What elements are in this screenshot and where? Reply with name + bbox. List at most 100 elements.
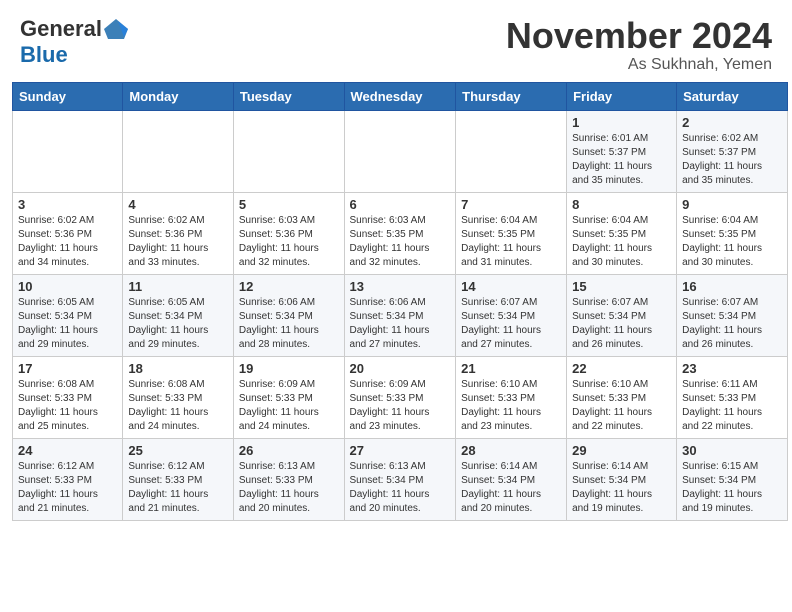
- calendar-cell: 24 Sunrise: 6:12 AMSunset: 5:33 PMDayligh…: [13, 438, 123, 520]
- day-info: Sunrise: 6:03 AMSunset: 5:35 PMDaylight:…: [350, 214, 451, 270]
- calendar-cell: 18 Sunrise: 6:08 AMSunset: 5:33 PMDayligh…: [123, 356, 234, 438]
- day-info: Sunrise: 6:11 AMSunset: 5:33 PMDaylight:…: [682, 378, 782, 434]
- calendar-cell: 13 Sunrise: 6:06 AMSunset: 5:34 PMDayligh…: [344, 274, 456, 356]
- day-info: Sunrise: 6:01 AMSunset: 5:37 PMDaylight:…: [572, 132, 671, 188]
- day-number: 3: [18, 197, 117, 212]
- day-info: Sunrise: 6:15 AMSunset: 5:34 PMDaylight:…: [682, 460, 782, 516]
- calendar-body: 1 Sunrise: 6:01 AMSunset: 5:37 PMDaylight…: [13, 110, 788, 520]
- day-number: 11: [128, 279, 228, 294]
- calendar-table: SundayMondayTuesdayWednesdayThursdayFrid…: [12, 82, 788, 521]
- day-number: 2: [682, 115, 782, 130]
- day-number: 18: [128, 361, 228, 376]
- calendar-week-0: 1 Sunrise: 6:01 AMSunset: 5:37 PMDaylight…: [13, 110, 788, 192]
- calendar-cell: 25 Sunrise: 6:12 AMSunset: 5:33 PMDayligh…: [123, 438, 234, 520]
- page-header: General Blue November 2024 As Sukhnah, Y…: [0, 0, 792, 82]
- day-number: 19: [239, 361, 339, 376]
- calendar-cell: 3Sunrise: 6:02 AMSunset: 5:36 PMDaylight…: [13, 192, 123, 274]
- day-info: Sunrise: 6:04 AMSunset: 5:35 PMDaylight:…: [461, 214, 561, 270]
- day-info: Sunrise: 6:12 AMSunset: 5:33 PMDaylight:…: [128, 460, 228, 516]
- day-info: Sunrise: 6:09 AMSunset: 5:33 PMDaylight:…: [239, 378, 339, 434]
- day-number: 12: [239, 279, 339, 294]
- day-info: Sunrise: 6:07 AMSunset: 5:34 PMDaylight:…: [461, 296, 561, 352]
- calendar-cell: [344, 110, 456, 192]
- calendar-cell: [233, 110, 344, 192]
- day-number: 4: [128, 197, 228, 212]
- calendar-cell: 28 Sunrise: 6:14 AMSunset: 5:34 PMDayligh…: [456, 438, 567, 520]
- calendar-cell: 5Sunrise: 6:03 AMSunset: 5:36 PMDaylight…: [233, 192, 344, 274]
- calendar-cell: 2 Sunrise: 6:02 AMSunset: 5:37 PMDaylight…: [677, 110, 788, 192]
- day-number: 26: [239, 443, 339, 458]
- day-info: Sunrise: 6:08 AMSunset: 5:33 PMDaylight:…: [128, 378, 228, 434]
- day-number: 1: [572, 115, 671, 130]
- day-info: Sunrise: 6:12 AMSunset: 5:33 PMDaylight:…: [18, 460, 117, 516]
- day-info: Sunrise: 6:06 AMSunset: 5:34 PMDaylight:…: [239, 296, 339, 352]
- day-number: 21: [461, 361, 561, 376]
- calendar-cell: 1 Sunrise: 6:01 AMSunset: 5:37 PMDaylight…: [567, 110, 677, 192]
- header-tuesday: Tuesday: [233, 82, 344, 110]
- location: As Sukhnah, Yemen: [506, 56, 772, 74]
- calendar-cell: 15 Sunrise: 6:07 AMSunset: 5:34 PMDayligh…: [567, 274, 677, 356]
- logo-icon: [104, 19, 128, 39]
- day-info: Sunrise: 6:02 AMSunset: 5:36 PMDaylight:…: [128, 214, 228, 270]
- day-info: Sunrise: 6:13 AMSunset: 5:34 PMDaylight:…: [350, 460, 451, 516]
- header-sunday: Sunday: [13, 82, 123, 110]
- day-info: Sunrise: 6:14 AMSunset: 5:34 PMDaylight:…: [461, 460, 561, 516]
- header-saturday: Saturday: [677, 82, 788, 110]
- calendar-cell: 16Sunrise: 6:07 AMSunset: 5:34 PMDayligh…: [677, 274, 788, 356]
- day-info: Sunrise: 6:05 AMSunset: 5:34 PMDaylight:…: [18, 296, 117, 352]
- day-number: 7: [461, 197, 561, 212]
- calendar-cell: 14Sunrise: 6:07 AMSunset: 5:34 PMDayligh…: [456, 274, 567, 356]
- header-row: SundayMondayTuesdayWednesdayThursdayFrid…: [13, 82, 788, 110]
- calendar-cell: 11 Sunrise: 6:05 AMSunset: 5:34 PMDayligh…: [123, 274, 234, 356]
- calendar-header: SundayMondayTuesdayWednesdayThursdayFrid…: [13, 82, 788, 110]
- calendar-wrapper: SundayMondayTuesdayWednesdayThursdayFrid…: [0, 82, 792, 529]
- logo: General Blue: [20, 16, 128, 68]
- logo-blue-text: Blue: [20, 42, 68, 68]
- calendar-cell: [123, 110, 234, 192]
- day-info: Sunrise: 6:07 AMSunset: 5:34 PMDaylight:…: [572, 296, 671, 352]
- day-number: 25: [128, 443, 228, 458]
- calendar-week-1: 3 Sunrise: 6:02 AMSunset: 5:36 PMDaylight…: [13, 192, 788, 274]
- day-info: Sunrise: 6:04 AMSunset: 5:35 PMDaylight:…: [682, 214, 782, 270]
- header-wednesday: Wednesday: [344, 82, 456, 110]
- day-info: Sunrise: 6:09 AMSunset: 5:33 PMDaylight:…: [350, 378, 451, 434]
- calendar-cell: 23 Sunrise: 6:11 AMSunset: 5:33 PMDayligh…: [677, 356, 788, 438]
- day-info: Sunrise: 6:06 AMSunset: 5:34 PMDaylight:…: [350, 296, 451, 352]
- calendar-cell: [456, 110, 567, 192]
- calendar-cell: 9 Sunrise: 6:04 AMSunset: 5:35 PMDaylight…: [677, 192, 788, 274]
- header-monday: Monday: [123, 82, 234, 110]
- day-info: Sunrise: 6:02 AMSunset: 5:37 PMDaylight:…: [682, 132, 782, 188]
- calendar-cell: 10Sunrise: 6:05 AMSunset: 5:34 PMDayligh…: [13, 274, 123, 356]
- day-info: Sunrise: 6:14 AMSunset: 5:34 PMDaylight:…: [572, 460, 671, 516]
- day-number: 13: [350, 279, 451, 294]
- day-number: 30: [682, 443, 782, 458]
- day-number: 17: [18, 361, 117, 376]
- day-info: Sunrise: 6:05 AMSunset: 5:34 PMDaylight:…: [128, 296, 228, 352]
- day-info: Sunrise: 6:04 AMSunset: 5:35 PMDaylight:…: [572, 214, 671, 270]
- title-block: November 2024 As Sukhnah, Yemen: [506, 16, 772, 74]
- day-number: 16: [682, 279, 782, 294]
- day-number: 6: [350, 197, 451, 212]
- calendar-cell: 29Sunrise: 6:14 AMSunset: 5:34 PMDayligh…: [567, 438, 677, 520]
- calendar-cell: 8Sunrise: 6:04 AMSunset: 5:35 PMDaylight…: [567, 192, 677, 274]
- day-number: 28: [461, 443, 561, 458]
- calendar-cell: 30 Sunrise: 6:15 AMSunset: 5:34 PMDayligh…: [677, 438, 788, 520]
- calendar-cell: 6 Sunrise: 6:03 AMSunset: 5:35 PMDaylight…: [344, 192, 456, 274]
- calendar-cell: 19 Sunrise: 6:09 AMSunset: 5:33 PMDayligh…: [233, 356, 344, 438]
- calendar-week-2: 10Sunrise: 6:05 AMSunset: 5:34 PMDayligh…: [13, 274, 788, 356]
- calendar-cell: [13, 110, 123, 192]
- day-number: 23: [682, 361, 782, 376]
- day-number: 15: [572, 279, 671, 294]
- calendar-cell: 20 Sunrise: 6:09 AMSunset: 5:33 PMDayligh…: [344, 356, 456, 438]
- logo-general-text: General: [20, 16, 102, 42]
- calendar-week-3: 17 Sunrise: 6:08 AMSunset: 5:33 PMDayligh…: [13, 356, 788, 438]
- day-number: 24: [18, 443, 117, 458]
- day-number: 5: [239, 197, 339, 212]
- day-number: 22: [572, 361, 671, 376]
- calendar-cell: 21Sunrise: 6:10 AMSunset: 5:33 PMDayligh…: [456, 356, 567, 438]
- calendar-cell: 7 Sunrise: 6:04 AMSunset: 5:35 PMDaylight…: [456, 192, 567, 274]
- calendar-cell: 26Sunrise: 6:13 AMSunset: 5:33 PMDayligh…: [233, 438, 344, 520]
- header-friday: Friday: [567, 82, 677, 110]
- day-number: 20: [350, 361, 451, 376]
- day-number: 9: [682, 197, 782, 212]
